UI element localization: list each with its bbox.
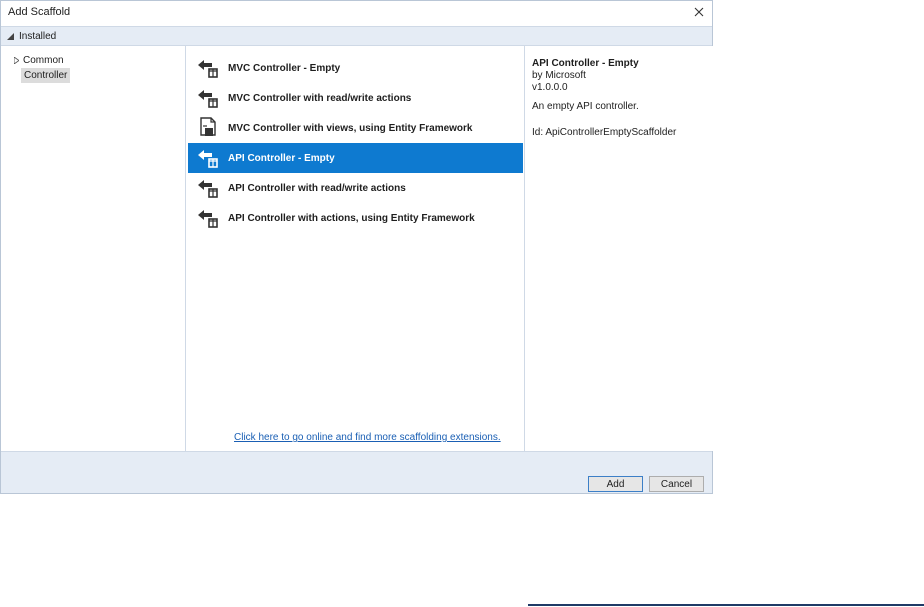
controller-icon	[196, 56, 220, 80]
online-extensions-link[interactable]: Click here to go online and find more sc…	[234, 432, 501, 443]
scaffold-item-api-actions-ef[interactable]: API Controller with actions, using Entit…	[188, 203, 523, 233]
scaffold-item-label: API Controller with read/write actions	[228, 182, 406, 194]
tree-item-common[interactable]: Common	[14, 55, 64, 66]
details-pane: API Controller - Empty by Microsoft v1.0…	[525, 46, 713, 451]
controller-icon	[196, 176, 220, 200]
scaffold-item-label: MVC Controller with views, using Entity …	[228, 122, 473, 134]
scaffold-item-label: API Controller with actions, using Entit…	[228, 212, 475, 224]
tree-item-label: Common	[23, 55, 64, 66]
tree-item-label: Controller	[24, 70, 68, 81]
dialog-title: Add Scaffold	[8, 6, 71, 18]
title-bar: Add Scaffold	[1, 1, 712, 25]
installed-header[interactable]: Installed	[1, 26, 712, 46]
add-button[interactable]: Add	[588, 476, 643, 492]
tree-item-controller[interactable]: Controller	[21, 68, 71, 83]
detail-version: v1.0.0.0	[532, 82, 568, 93]
scaffold-item-label: MVC Controller - Empty	[228, 62, 341, 74]
installed-label: Installed	[19, 31, 57, 42]
scaffold-item-mvc-views-ef[interactable]: MVC Controller with views, using Entity …	[188, 113, 523, 143]
scaffold-item-mvc-empty[interactable]: MVC Controller - Empty	[188, 53, 523, 83]
add-scaffold-dialog: Add Scaffold Installed Common Controller	[0, 0, 713, 494]
controller-icon	[196, 86, 220, 110]
controller-icon	[196, 146, 220, 170]
expand-triangle-icon	[14, 57, 19, 64]
scaffold-item-api-empty[interactable]: API Controller - Empty	[188, 143, 523, 173]
scaffold-list: MVC Controller - Empty MVC Controller wi…	[186, 46, 525, 451]
detail-description: An empty API controller.	[532, 101, 639, 112]
dialog-footer: Add Cancel	[1, 451, 712, 493]
close-icon	[694, 7, 704, 17]
collapse-triangle-icon	[7, 33, 14, 40]
scaffold-item-mvc-readwrite[interactable]: MVC Controller with read/write actions	[188, 83, 523, 113]
controller-icon	[196, 206, 220, 230]
detail-id: Id: ApiControllerEmptyScaffolder	[532, 127, 677, 138]
scaffold-item-label: API Controller - Empty	[228, 152, 335, 164]
taskbar-edge	[528, 604, 924, 606]
cancel-button[interactable]: Cancel	[649, 476, 704, 492]
category-tree: Common Controller	[1, 46, 186, 451]
scaffold-item-api-readwrite[interactable]: API Controller with read/write actions	[188, 173, 523, 203]
close-button[interactable]	[690, 3, 708, 21]
detail-author: by Microsoft	[532, 70, 586, 81]
detail-title: API Controller - Empty	[532, 58, 639, 69]
scaffold-item-label: MVC Controller with read/write actions	[228, 92, 412, 104]
controller-views-icon	[196, 116, 220, 140]
